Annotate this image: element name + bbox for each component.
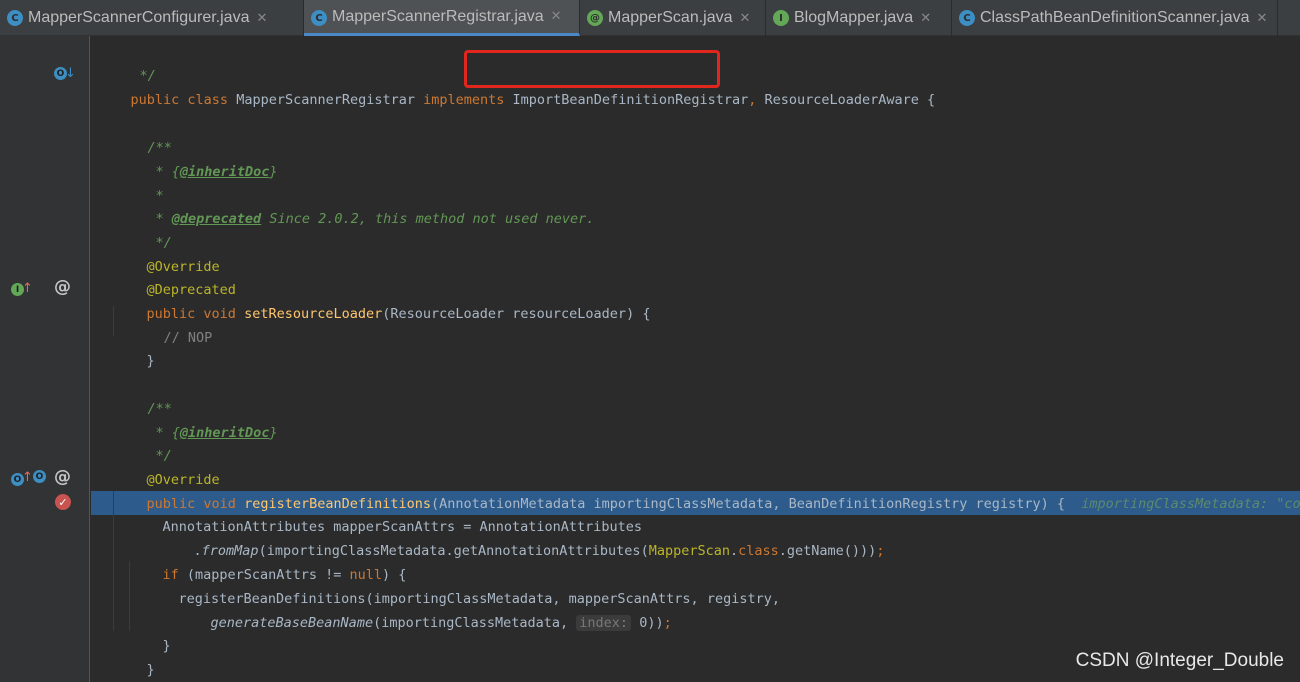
close-icon[interactable]: ✕ bbox=[1257, 11, 1268, 26]
annotation-marker-icon[interactable]: @ bbox=[54, 467, 71, 487]
code-line: @Override bbox=[114, 444, 220, 488]
interface-name-highlighted: ImportBeanDefinitionRegistrar bbox=[512, 92, 749, 108]
breakpoint-icon[interactable]: ✓ bbox=[55, 494, 71, 510]
line-comment: // NOP bbox=[163, 330, 213, 346]
class-icon: C bbox=[311, 10, 327, 26]
dot: . bbox=[729, 543, 739, 559]
tab-label: MapperScannerConfigurer.java bbox=[28, 9, 250, 26]
code-line: } bbox=[114, 634, 155, 678]
annotation-marker-icon[interactable]: @ bbox=[54, 277, 71, 297]
method-args: .getName())) bbox=[778, 543, 877, 559]
brace: } bbox=[146, 662, 155, 678]
editor-tab-bar: C MapperScannerConfigurer.java ✕ C Mappe… bbox=[0, 0, 1300, 36]
tab-label: ClassPathBeanDefinitionScanner.java bbox=[980, 9, 1250, 26]
separator: , bbox=[748, 92, 765, 108]
code-line-current: AnnotationAttributes mapperScanAttrs = A… bbox=[130, 491, 643, 535]
code-line: generateBaseBeanName(importingClassMetad… bbox=[178, 587, 672, 631]
code-line: registerBeanDefinitions(importingClassMe… bbox=[146, 563, 780, 607]
down-arrow-icon: ↓ bbox=[65, 66, 76, 81]
code-line: @Deprecated bbox=[114, 254, 236, 298]
doc-comment: Since 2.0.2, this method not used never. bbox=[261, 211, 595, 227]
code-line: * @deprecated Since 2.0.2, this method n… bbox=[123, 183, 595, 227]
watermark: CSDN @Integer_Double bbox=[1075, 650, 1284, 671]
tab-label: MapperScan.java bbox=[608, 9, 733, 26]
up-arrow-icon: ↑ bbox=[22, 470, 33, 485]
code-line: */ bbox=[107, 40, 156, 84]
tab-mapper-scanner-registrar[interactable]: C MapperScannerRegistrar.java ✕ bbox=[304, 0, 580, 36]
brace: } bbox=[162, 638, 171, 654]
editor-gutter: O ↓ I ↑ @ O ↑ O @ ✓ bbox=[0, 36, 90, 682]
parameter-hint: index: bbox=[576, 615, 632, 631]
code-line: /** bbox=[115, 373, 172, 417]
doc-tag: @inheritDoc bbox=[179, 425, 270, 441]
class-reference: MapperScan bbox=[648, 543, 730, 559]
tab-blog-mapper[interactable]: I BlogMapper.java ✕ bbox=[766, 0, 952, 36]
close-icon[interactable]: ✕ bbox=[740, 11, 751, 26]
code-line: /** bbox=[115, 112, 172, 156]
highlight-annotation-box bbox=[464, 50, 720, 88]
code-line: // NOP bbox=[131, 302, 213, 346]
doc-tag: @deprecated bbox=[171, 211, 262, 227]
code-line: public void registerBeanDefinitions(Anno… bbox=[114, 468, 1300, 512]
tab-classpath-bean-definition-scanner[interactable]: C ClassPathBeanDefinitionScanner.java ✕ bbox=[952, 0, 1278, 36]
code-line: */ bbox=[123, 207, 172, 251]
tab-mapper-scanner-configurer[interactable]: C MapperScannerConfigurer.java ✕ bbox=[0, 0, 304, 36]
semicolon: ; bbox=[876, 543, 885, 559]
code-line: */ bbox=[123, 420, 172, 464]
semicolon: ; bbox=[663, 615, 672, 631]
class-icon: C bbox=[7, 10, 23, 26]
keyword: class bbox=[738, 543, 779, 559]
tab-label: BlogMapper.java bbox=[794, 9, 914, 26]
override-marker-icon[interactable]: O bbox=[33, 470, 46, 483]
keyword: public class bbox=[130, 92, 237, 108]
code-line: * {@inheritDoc} bbox=[123, 397, 278, 441]
class-name: MapperScannerRegistrar bbox=[236, 92, 424, 108]
code-line: } bbox=[130, 610, 171, 654]
code-line: * bbox=[123, 160, 164, 204]
close-icon[interactable]: ✕ bbox=[551, 9, 562, 24]
up-arrow-icon: ↑ bbox=[22, 281, 33, 296]
interface-icon: I bbox=[773, 10, 789, 26]
method-params: (ResourceLoader resourceLoader) { bbox=[382, 306, 651, 322]
brace: } bbox=[146, 353, 155, 369]
static-method: generateBaseBeanName bbox=[210, 615, 374, 631]
close-icon[interactable]: ✕ bbox=[256, 11, 267, 26]
code-editor[interactable]: */ public class MapperScannerRegistrar i… bbox=[91, 36, 1300, 682]
keyword: implements bbox=[423, 92, 513, 108]
interface-name: ResourceLoaderAware { bbox=[764, 92, 936, 108]
tab-mapper-scan[interactable]: @ MapperScan.java ✕ bbox=[580, 0, 766, 36]
code-line: } bbox=[114, 325, 155, 369]
code-line: public void setResourceLoader(ResourceLo… bbox=[114, 278, 651, 322]
class-icon: C bbox=[959, 10, 975, 26]
code-line: if (mapperScanAttrs != null) { bbox=[130, 539, 407, 583]
inline-debug-value: importingClassMetadata: "com.yex. bbox=[1081, 496, 1300, 512]
code-line: .fromMap(importingClassMetadata.getAnnot… bbox=[161, 515, 885, 559]
code-line: @Override bbox=[114, 231, 220, 275]
doc-brace: } bbox=[269, 164, 278, 180]
doc-tag: @inheritDoc bbox=[179, 164, 270, 180]
method-args: (importingClassMetadata, bbox=[373, 615, 577, 631]
annotation-icon: @ bbox=[587, 10, 603, 26]
method-args: 0)) bbox=[631, 615, 664, 631]
doc-brace: { bbox=[171, 164, 180, 180]
tab-label: MapperScannerRegistrar.java bbox=[332, 7, 544, 25]
doc-brace: { bbox=[171, 425, 180, 441]
method-name: setResourceLoader bbox=[244, 306, 383, 322]
code-line: * {@inheritDoc} bbox=[123, 136, 278, 180]
close-icon[interactable]: ✕ bbox=[920, 11, 931, 26]
doc-brace: } bbox=[269, 425, 278, 441]
